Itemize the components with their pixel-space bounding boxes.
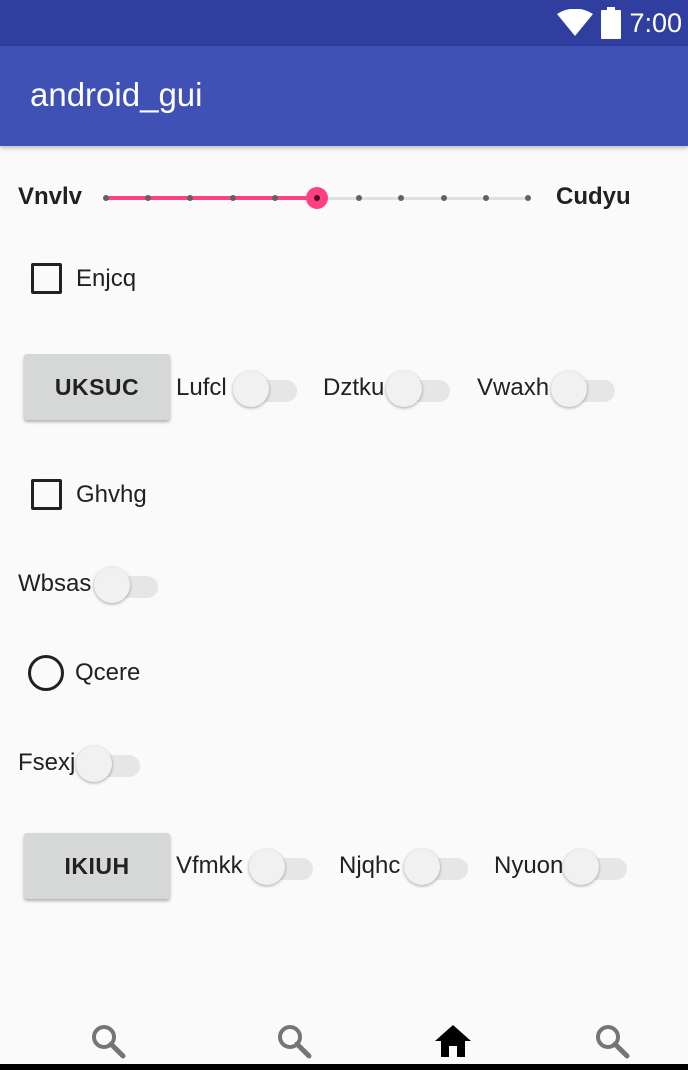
slider-max-label: Cudyu — [556, 183, 631, 210]
bottom-navigation — [0, 1012, 688, 1070]
qcere-label: Qcere — [75, 659, 141, 686]
battery-icon — [601, 7, 622, 39]
status-time: 7:00 — [629, 7, 682, 38]
app-title: android_gui — [30, 76, 203, 113]
dztku-label: Dztku — [323, 374, 385, 401]
vfmkk-switch[interactable] — [249, 845, 315, 885]
seek-bar-tick — [229, 195, 236, 201]
lufcl-label: Lufcl — [176, 374, 227, 401]
seek-bar-tick — [482, 195, 489, 201]
ikiuh-button[interactable]: IKIUH — [24, 833, 170, 899]
app-bar: android_gui — [0, 46, 688, 146]
search-icon — [278, 1025, 312, 1059]
search-icon — [92, 1025, 126, 1059]
seek-bar-tick — [525, 195, 531, 201]
seek-bar-tick — [187, 195, 194, 201]
enjcq-checkbox[interactable] — [31, 263, 62, 294]
seek-bar-progress — [106, 196, 317, 200]
dztku-switch[interactable] — [386, 367, 452, 407]
ghvhg-checkbox[interactable] — [31, 479, 62, 510]
seek-bar-tick — [440, 195, 447, 201]
search-icon — [596, 1025, 630, 1059]
nav-item-search-3[interactable] — [526, 1012, 688, 1070]
vwaxh-label: Vwaxh — [477, 374, 550, 401]
vfmkk-label: Vfmkk — [176, 852, 243, 879]
nyuon-label: Nyuon — [494, 852, 564, 879]
slider-min-label: Vnvlv — [18, 183, 83, 210]
home-icon — [435, 1025, 471, 1057]
wbsas-label: Wbsas — [18, 570, 92, 597]
status-bar: 7:00 — [0, 0, 688, 46]
seek-bar-tick — [103, 195, 109, 201]
vwaxh-switch[interactable] — [551, 367, 617, 407]
seek-bar-tick — [145, 195, 152, 201]
seek-bar-tick — [398, 195, 405, 201]
ghvhg-label: Ghvhg — [76, 481, 147, 508]
seek-bar-thumb[interactable] — [306, 187, 328, 209]
njqhc-switch[interactable] — [404, 845, 470, 885]
wifi-icon — [557, 9, 594, 36]
nav-item-search-2[interactable] — [208, 1012, 380, 1070]
uksuc-button[interactable]: UKSUC — [24, 354, 170, 420]
fsexj-label: Fsexj — [18, 749, 76, 776]
system-nav-bar-edge — [0, 1064, 688, 1070]
wbsas-switch[interactable] — [94, 563, 160, 603]
seek-bar-tick — [271, 195, 278, 201]
nav-item-home[interactable] — [367, 1012, 539, 1070]
seek-bar[interactable] — [103, 186, 531, 210]
qcere-radio[interactable] — [28, 655, 64, 691]
lufcl-switch[interactable] — [233, 367, 299, 407]
njqhc-label: Njqhc — [339, 852, 401, 879]
enjcq-label: Enjcq — [76, 265, 137, 292]
nyuon-switch[interactable] — [563, 845, 629, 885]
nav-item-search-1[interactable] — [22, 1012, 194, 1070]
fsexj-switch[interactable] — [76, 742, 142, 782]
seek-bar-tick — [356, 195, 363, 201]
